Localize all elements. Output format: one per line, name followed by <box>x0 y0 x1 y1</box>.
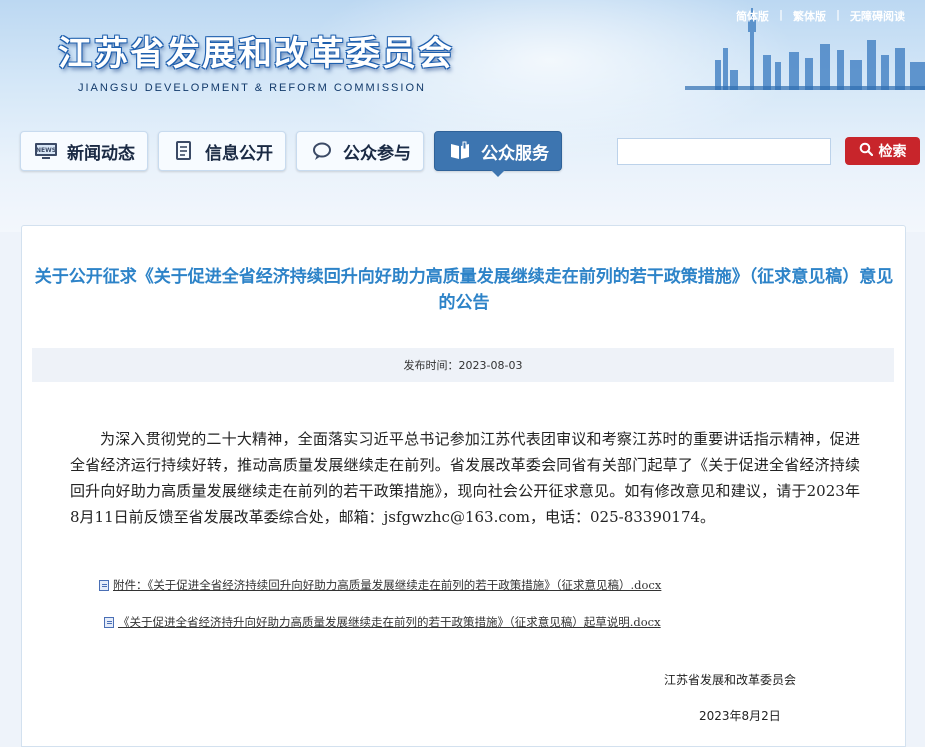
simplified-chinese-link[interactable]: 简体版 <box>726 8 779 24</box>
nav-info-disclosure[interactable]: 信息公开 <box>158 131 286 171</box>
nav-public-service[interactable]: 公众服务 <box>434 131 562 177</box>
signature: 江苏省发展和改革委员会 <box>664 673 797 687</box>
nav-info-label: 信息公开 <box>205 143 273 164</box>
search-button[interactable]: 检索 <box>845 137 920 165</box>
search-box <box>617 138 831 165</box>
nav-public-participation[interactable]: 公众参与 <box>296 131 424 171</box>
article-body: 为深入贯彻党的二十大精神，全面落实习近平总书记参加江苏代表团审议和考察江苏时的重… <box>70 430 860 526</box>
search-input[interactable] <box>618 139 830 164</box>
article-title: 关于公开征求《关于促进全省经济持续回升向好助力高质量发展继续走在前列的若干政策措… <box>34 267 894 313</box>
nav-participation-label: 公众参与 <box>343 143 411 164</box>
sign-date: 2023年8月2日 <box>699 709 781 723</box>
nav-news-label: 新闻动态 <box>67 143 135 164</box>
attachment-label: 《关于促进全省经济持升向好助力高质量发展继续走在前列的若干政策措施》（征求意见稿… <box>118 615 661 629</box>
search-button-label: 检索 <box>878 144 907 160</box>
nav-service-label: 公众服务 <box>481 143 549 164</box>
attachment-link-explanation[interactable]: 《关于促进全省经济持升向好助力高质量发展继续走在前列的若干政策措施》（征求意见稿… <box>104 614 661 630</box>
doc-file-icon <box>104 616 114 628</box>
article-panel: 关于公开征求《关于促进全省经济持续回升向好助力高质量发展继续走在前列的若干政策措… <box>21 225 906 747</box>
nav-news[interactable]: NEWS 新闻动态 <box>20 131 148 171</box>
document-icon <box>171 140 197 162</box>
site-header: 简体版 | 繁体版 | 无障碍阅读 江苏省发展和改革委员会 JIANGSU DE… <box>0 0 925 232</box>
search-icon <box>859 142 873 160</box>
accessibility-link[interactable]: 无障碍阅读 <box>840 8 915 24</box>
publish-meta: 发布时间：2023-08-03 <box>32 348 894 382</box>
doc-file-icon <box>99 579 109 591</box>
link-separator: | <box>778 8 783 21</box>
chat-icon <box>309 140 335 162</box>
traditional-chinese-link[interactable]: 繁体版 <box>783 8 836 24</box>
publish-date: 发布时间：2023-08-03 <box>403 359 523 372</box>
book-icon <box>447 140 473 162</box>
main-nav: NEWS 新闻动态 信息公开 公众参与 公众服务 <box>20 131 562 177</box>
link-separator: | <box>835 8 840 21</box>
site-title: 江苏省发展和改革委员会 <box>58 34 454 74</box>
attachment-link-draft[interactable]: 附件：《关于促进全省经济持续回升向好助力高质量发展继续走在前列的若干政策措施》（… <box>99 577 661 593</box>
news-icon: NEWS <box>33 140 59 162</box>
site-subtitle: JIANGSU DEVELOPMENT & REFORM COMMISSION <box>78 82 426 94</box>
svg-text:NEWS: NEWS <box>36 147 56 154</box>
top-links: 简体版 | 繁体版 | 无障碍阅读 <box>726 8 915 24</box>
attachment-label: 附件：《关于促进全省经济持续回升向好助力高质量发展继续走在前列的若干政策措施》（… <box>113 578 662 592</box>
